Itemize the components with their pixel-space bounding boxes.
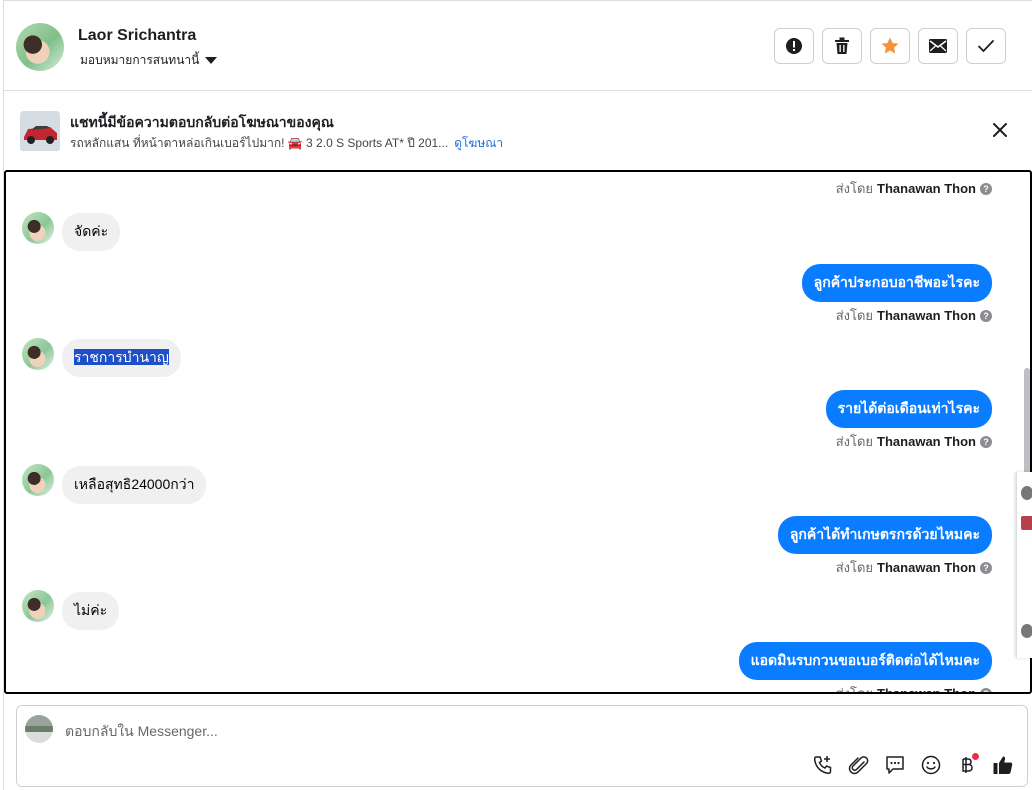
side-panel-edge[interactable] — [1016, 472, 1032, 658]
phone-add-icon — [813, 756, 832, 775]
help-icon[interactable]: ? — [980, 182, 992, 195]
assign-dropdown[interactable]: มอบหมายการสนทนานี้ — [80, 51, 218, 70]
close-icon — [993, 123, 1007, 137]
incoming-message[interactable]: ไม่ค่ะ — [62, 592, 120, 630]
payment-button[interactable] — [955, 753, 979, 777]
outgoing-message[interactable]: แอดมินรบกวนขอเบอร์ติดต่อได้ไหมคะ — [738, 642, 992, 680]
sent-by-prefix: ส่งโดย — [835, 308, 874, 323]
paperclip-icon — [848, 756, 869, 775]
ad-reply-banner: แชทนี้มีข้อความตอบกลับต่อโฆษณาของคุณ รถห… — [4, 92, 1032, 168]
ad-banner-title: แชทนี้มีข้อความตอบกลับต่อโฆษณาของคุณ — [70, 114, 334, 130]
composer-toolbar — [811, 753, 1015, 777]
help-icon[interactable]: ? — [980, 561, 992, 574]
envelope-icon — [929, 39, 947, 53]
ad-thumbnail[interactable] — [20, 111, 60, 151]
help-icon[interactable]: ? — [980, 309, 992, 322]
mark-done-button[interactable] — [966, 28, 1006, 64]
star-icon — [881, 37, 899, 54]
conversation-header: Laor Srichantra มอบหมายการสนทนานี้ — [4, 0, 1032, 91]
ad-banner-subtitle: รถหลักแสน ที่หน้าตาหล่อเกินเบอร์ไปมาก! 🚘… — [70, 134, 503, 153]
thumbs-up-icon — [993, 756, 1013, 774]
contact-name[interactable]: Laor Srichantra — [78, 27, 196, 45]
outgoing-message[interactable]: ลูกค้าประกอบอาชีพอะไรคะ — [801, 264, 992, 302]
avatar[interactable] — [22, 212, 54, 244]
notification-dot — [972, 753, 979, 760]
avatar[interactable] — [1021, 624, 1032, 638]
sender-name: Thanawan Thon — [877, 181, 976, 196]
scrollbar-thumb[interactable] — [1024, 368, 1030, 478]
emoji-icon — [921, 755, 941, 775]
message-thread[interactable]: ส่งโดย Thanawan Thon ? จัดค่ะ ลูกค้าประก… — [4, 170, 1032, 694]
sent-by-label: ส่งโดย Thanawan Thon ? — [836, 305, 992, 326]
avatar[interactable] — [22, 590, 54, 622]
incoming-message[interactable]: จัดค่ะ — [62, 213, 121, 251]
ad-thumbnail[interactable] — [1021, 516, 1032, 530]
avatar — [25, 715, 53, 743]
ad-description: รถหลักแสน ที่หน้าตาหล่อเกินเบอร์ไปมาก! 🚘… — [70, 136, 449, 150]
assign-label: มอบหมายการสนทนานี้ — [80, 53, 200, 67]
sender-name: Thanawan Thon — [877, 686, 976, 694]
delete-button[interactable] — [822, 28, 862, 64]
trash-icon — [835, 37, 849, 54]
avatar[interactable] — [1021, 486, 1032, 500]
chevron-down-icon — [205, 57, 218, 64]
avatar[interactable] — [16, 23, 64, 71]
outgoing-message[interactable]: รายได้ต่อเดือนเท่าไรคะ — [825, 390, 992, 428]
star-button[interactable] — [870, 28, 910, 64]
outgoing-message[interactable]: ลูกค้าได้ทำเกษตรกรด้วยไหมคะ — [777, 516, 992, 554]
avatar[interactable] — [22, 464, 54, 496]
avatar[interactable] — [22, 338, 54, 370]
sent-by-label: ส่งโดย Thanawan Thon ? — [836, 557, 992, 578]
sent-by-prefix: ส่งโดย — [835, 181, 874, 196]
call-button[interactable] — [811, 753, 835, 777]
view-ad-link[interactable]: ดูโฆษณา — [454, 136, 503, 150]
checkmark-icon — [978, 40, 994, 53]
sent-by-label: ส่งโดย Thanawan Thon ? — [836, 431, 992, 452]
saved-reply-icon — [886, 756, 904, 774]
sent-by-label: ส่งโดย Thanawan Thon ? — [835, 683, 992, 694]
help-icon[interactable]: ? — [980, 687, 992, 692]
attach-button[interactable] — [847, 753, 871, 777]
mark-unread-button[interactable] — [918, 28, 958, 64]
incoming-message[interactable]: เหลือสุทธิ24000กว่า — [62, 466, 207, 504]
header-actions — [774, 28, 1006, 64]
sent-by-prefix: ส่งโดย — [835, 560, 874, 575]
report-button[interactable] — [774, 28, 814, 64]
sender-name: Thanawan Thon — [877, 560, 976, 575]
message-input[interactable]: ตอบกลับใน Messenger... — [65, 721, 218, 743]
incoming-message[interactable]: ราชการบำนาญ — [62, 339, 181, 377]
selected-text: ราชการบำนาญ — [74, 349, 169, 365]
sent-by-prefix: ส่งโดย — [835, 686, 874, 694]
sent-by-label: ส่งโดย Thanawan Thon ? — [836, 178, 992, 199]
reply-composer: ตอบกลับใน Messenger... — [16, 705, 1028, 787]
help-icon[interactable]: ? — [980, 435, 992, 448]
saved-replies-button[interactable] — [883, 753, 907, 777]
like-button[interactable] — [991, 753, 1015, 777]
exclamation-icon — [786, 38, 802, 54]
sender-name: Thanawan Thon — [877, 434, 976, 449]
sender-name: Thanawan Thon — [877, 308, 976, 323]
sent-by-prefix: ส่งโดย — [835, 434, 874, 449]
close-banner-button[interactable] — [990, 120, 1010, 140]
emoji-button[interactable] — [919, 753, 943, 777]
